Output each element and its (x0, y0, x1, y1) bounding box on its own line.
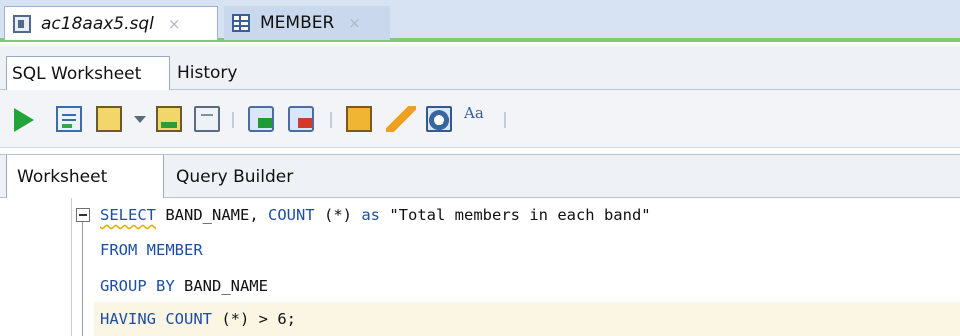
string-literal: "Total members in each band" (389, 206, 651, 224)
run-script-icon[interactable] (56, 106, 82, 132)
sql-tuning-query-icon[interactable] (194, 106, 220, 132)
tab-sql-worksheet[interactable]: SQL Worksheet (6, 56, 170, 90)
code-line[interactable]: FROM MEMBER (100, 233, 203, 267)
keyword: COUNT (165, 310, 213, 328)
sql-history-icon[interactable] (426, 106, 452, 132)
document-tab-strip: ac18aax5.sql × MEMBER × (0, 0, 960, 42)
sql-editor[interactable]: SELECT BAND_NAME, COUNT (*) as "Total me… (0, 198, 960, 336)
toolbar-separator (232, 112, 234, 128)
editor-mode-tabs: Worksheet Query Builder (0, 154, 960, 198)
toolbar-separator (504, 112, 506, 128)
eraser-icon[interactable] (386, 106, 416, 132)
toolbar-separator (330, 112, 332, 128)
doc-tab-member-table[interactable]: MEMBER × (224, 6, 390, 40)
table-icon (232, 14, 250, 32)
doc-tab-label: MEMBER (260, 13, 335, 33)
keyword: as (361, 206, 380, 224)
fold-collapse-icon[interactable] (76, 208, 90, 222)
code-text: BAND_NAME (174, 277, 268, 295)
explain-plan-icon[interactable] (96, 106, 122, 132)
rollback-icon[interactable] (288, 106, 314, 132)
toolbar: Aa (0, 90, 960, 148)
close-icon[interactable]: × (168, 15, 181, 33)
table-name: MEMBER (146, 241, 203, 259)
chevron-down-icon[interactable] (134, 116, 146, 123)
autotrace-icon[interactable] (156, 106, 182, 132)
tab-worksheet[interactable]: Worksheet (6, 155, 164, 198)
run-statement-icon[interactable] (14, 108, 34, 132)
keyword: COUNT (267, 206, 315, 224)
line-gutter (0, 198, 72, 336)
keyword: HAVING (100, 310, 156, 328)
code-text: (*) > 6; (212, 310, 297, 328)
format-case-icon[interactable]: Aa (464, 106, 492, 134)
commit-icon[interactable] (248, 106, 274, 132)
keyword: SELECT (100, 206, 156, 224)
code-line[interactable]: SELECT BAND_NAME, COUNT (*) as "Total me… (100, 198, 651, 232)
tab-history[interactable]: History (172, 56, 252, 90)
code-text: (*) (314, 206, 362, 224)
sql-file-icon (13, 14, 31, 33)
sql-tuning-advisor-icon[interactable] (346, 106, 372, 132)
code-text: BAND_NAME, (156, 206, 268, 224)
code-line[interactable]: GROUP BY BAND_NAME (100, 269, 268, 303)
doc-tab-label: ac18aax5.sql (41, 13, 154, 34)
fold-guide (82, 222, 83, 336)
keyword: FROM (100, 241, 138, 259)
worksheet-subtabs: SQL Worksheet History (0, 46, 960, 90)
doc-tab-sql-file[interactable]: ac18aax5.sql × (4, 6, 218, 40)
close-icon[interactable]: × (348, 14, 361, 32)
keyword: GROUP BY (100, 277, 175, 295)
tab-query-builder[interactable]: Query Builder (166, 155, 326, 198)
code-line-current[interactable]: HAVING COUNT (*) > 6; (94, 302, 960, 336)
